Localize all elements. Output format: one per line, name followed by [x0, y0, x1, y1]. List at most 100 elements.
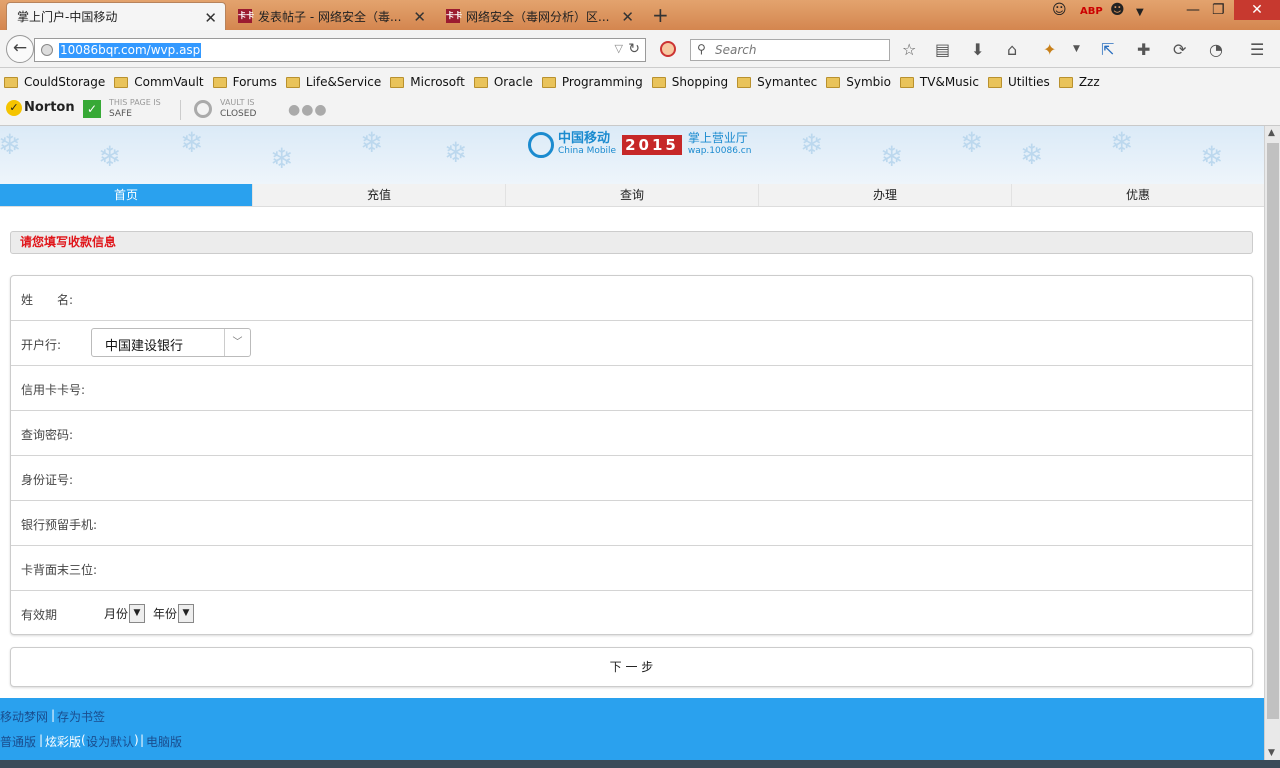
save-bookmark-link[interactable]: 存为书签 — [57, 708, 105, 725]
year-select[interactable]: 年份 ▼ — [153, 604, 195, 623]
reload-icon[interactable]: ↻ — [628, 41, 640, 57]
snowflake-icon: ❄ — [960, 126, 984, 159]
bookmark-folder[interactable]: Programming — [541, 75, 643, 89]
safe-status-label: THIS PAGE IS — [109, 98, 161, 107]
window-close-button[interactable]: ✕ — [1234, 0, 1280, 20]
url-text[interactable]: 10086bqr.com/wvp.asp — [59, 43, 202, 58]
folder-icon — [4, 76, 18, 88]
home-icon[interactable]: ⌂ — [1007, 40, 1017, 59]
tab-offers[interactable]: 优惠 — [1012, 184, 1264, 206]
snowflake-icon: ❄ — [98, 140, 122, 173]
extension-icon[interactable]: ✦ — [1043, 40, 1056, 59]
form-row-password[interactable]: 查询密码: — [11, 411, 1252, 456]
set-default-link[interactable]: 设为默认 — [86, 733, 134, 750]
footer-separator: | — [51, 708, 56, 722]
paren-open: ( — [81, 733, 86, 747]
bookmark-folder[interactable]: Forums — [212, 75, 277, 89]
folder-icon — [1058, 76, 1073, 88]
snowflake-icon: ❄ — [270, 142, 294, 175]
adblock-icon[interactable]: ABP — [1080, 6, 1103, 17]
globe-icon — [41, 44, 53, 56]
sync-icon[interactable]: ⟳ — [1173, 40, 1186, 59]
bookmark-folder[interactable]: CouldStorage — [4, 75, 105, 89]
tab-close-icon[interactable]: ✕ — [621, 8, 634, 26]
browser-tab[interactable]: 卡卡 网络安全（毒网分析）区... ✕ — [436, 2, 642, 30]
greasemonkey-icon[interactable]: ☻ — [1110, 2, 1125, 18]
os-taskbar — [0, 760, 1280, 768]
bookmark-folder[interactable]: Oracle — [473, 75, 533, 89]
footer: 移动梦网 | 存为书签 普通版 | 炫彩版 ( 设为默认 ) | 电脑版 — [0, 698, 1264, 760]
star-icon[interactable]: ☆ — [902, 40, 916, 59]
footer-separator: | — [39, 733, 44, 747]
form-row-phone[interactable]: 银行预留手机: — [11, 501, 1252, 546]
standard-version-link[interactable]: 普通版 — [0, 733, 36, 750]
bank-select[interactable]: 中国建设银行 ﹀ — [91, 328, 251, 357]
menu-icon[interactable]: ☰ — [1250, 40, 1264, 59]
search-input[interactable]: ⚲ Search — [690, 39, 890, 61]
bookmark-folder[interactable]: Symbio — [826, 75, 891, 89]
restore-button[interactable]: ❐ — [1212, 2, 1225, 18]
new-tab-button[interactable]: + — [652, 3, 669, 27]
snowflake-icon: ❄ — [1200, 140, 1224, 173]
reader-icon[interactable]: ▤ — [935, 40, 950, 59]
bookmark-folder[interactable]: TV&Music — [899, 75, 979, 89]
bank-select-value: 中国建设银行 — [105, 339, 184, 354]
puzzle-icon[interactable]: ✚ — [1137, 40, 1150, 59]
form-row-cvv[interactable]: 卡背面末三位: — [11, 546, 1252, 591]
scroll-down-icon[interactable]: ▼ — [1268, 748, 1275, 758]
tab-handle[interactable]: 办理 — [759, 184, 1012, 206]
form-row-name[interactable]: 姓 名: — [11, 276, 1252, 321]
norton-logo[interactable]: ✓ Norton — [6, 100, 75, 116]
bookmark-folder[interactable]: Shopping — [651, 75, 728, 89]
history-icon[interactable]: ◔ — [1209, 40, 1223, 59]
dropdown-icon[interactable]: ▽ — [615, 42, 623, 55]
safe-check-icon[interactable]: ✓ — [83, 100, 101, 118]
more-icon[interactable]: ●●● — [288, 102, 328, 118]
pc-version-link[interactable]: 电脑版 — [146, 733, 182, 750]
browser-tab[interactable]: 卡卡 发表帖子 - 网络安全（毒... ✕ — [228, 2, 434, 30]
minimize-button[interactable]: — — [1186, 2, 1200, 18]
tab-close-icon[interactable]: ✕ — [413, 8, 426, 26]
scroll-up-icon[interactable]: ▲ — [1268, 128, 1275, 138]
folder-icon — [651, 76, 666, 88]
password-label: 查询密码: — [21, 428, 74, 442]
form-row-expiry: 有效期 月份 ▼ 年份 ▼ — [11, 591, 1252, 636]
download-icon[interactable]: ⬇ — [971, 40, 984, 59]
id-label: 身份证号: — [21, 473, 74, 487]
china-mobile-logo[interactable]: 中国移动 China Mobile 2015 掌上营业厅 wap.10086.cn — [528, 132, 751, 158]
search-placeholder: Search — [715, 43, 757, 57]
year-label: 年份 — [153, 607, 178, 621]
vertical-scrollbar[interactable]: ▲ ▼ — [1264, 126, 1280, 760]
chevron-down-icon[interactable]: ▼ — [1136, 7, 1144, 18]
tab-home[interactable]: 首页 — [0, 184, 253, 206]
form-row-card[interactable]: 信用卡卡号: — [11, 366, 1252, 411]
bookmark-folder[interactable]: Utilties — [987, 75, 1050, 89]
back-button[interactable]: ← — [6, 35, 34, 63]
folder-icon — [212, 76, 227, 88]
url-bar[interactable]: 10086bqr.com/wvp.asp ▽ ↻ — [34, 38, 646, 62]
cursor-icon[interactable]: ⇱ — [1101, 40, 1114, 59]
dream-net-link[interactable]: 移动梦网 — [0, 708, 48, 725]
name-label: 姓 名: — [21, 293, 74, 307]
bookmark-folder[interactable]: Zzz — [1058, 75, 1100, 89]
noscript-icon[interactable] — [660, 41, 676, 57]
vault-icon[interactable] — [194, 100, 212, 118]
snowflake-icon: ❄ — [180, 126, 204, 159]
browser-tab-active[interactable]: 掌上门户-中国移动 ✕ — [6, 2, 226, 30]
bookmark-folder[interactable]: Microsoft — [390, 75, 465, 89]
tab-recharge[interactable]: 充值 — [253, 184, 506, 206]
tab-query[interactable]: 查询 — [506, 184, 759, 206]
payment-form: 姓 名: 开户行: 中国建设银行 ﹀ 信用卡卡号: 查询密码: 身份证号: 银行… — [10, 275, 1253, 635]
scrollbar-thumb[interactable] — [1267, 143, 1279, 719]
bookmark-folder[interactable]: CommVault — [114, 75, 204, 89]
chevron-down-icon[interactable]: ▼ — [1073, 44, 1080, 54]
chevron-down-icon: ﹀ — [224, 329, 250, 356]
tab-close-icon[interactable]: ✕ — [204, 9, 217, 27]
form-row-id[interactable]: 身份证号: — [11, 456, 1252, 501]
next-step-button[interactable]: 下 一 步 — [10, 647, 1253, 687]
bookmark-folder[interactable]: Life&Service — [285, 75, 381, 89]
month-select[interactable]: 月份 ▼ — [104, 604, 146, 623]
profile-icon[interactable]: ☺ — [1052, 2, 1067, 18]
folder-icon — [390, 76, 405, 88]
bookmark-folder[interactable]: Symantec — [737, 75, 817, 89]
